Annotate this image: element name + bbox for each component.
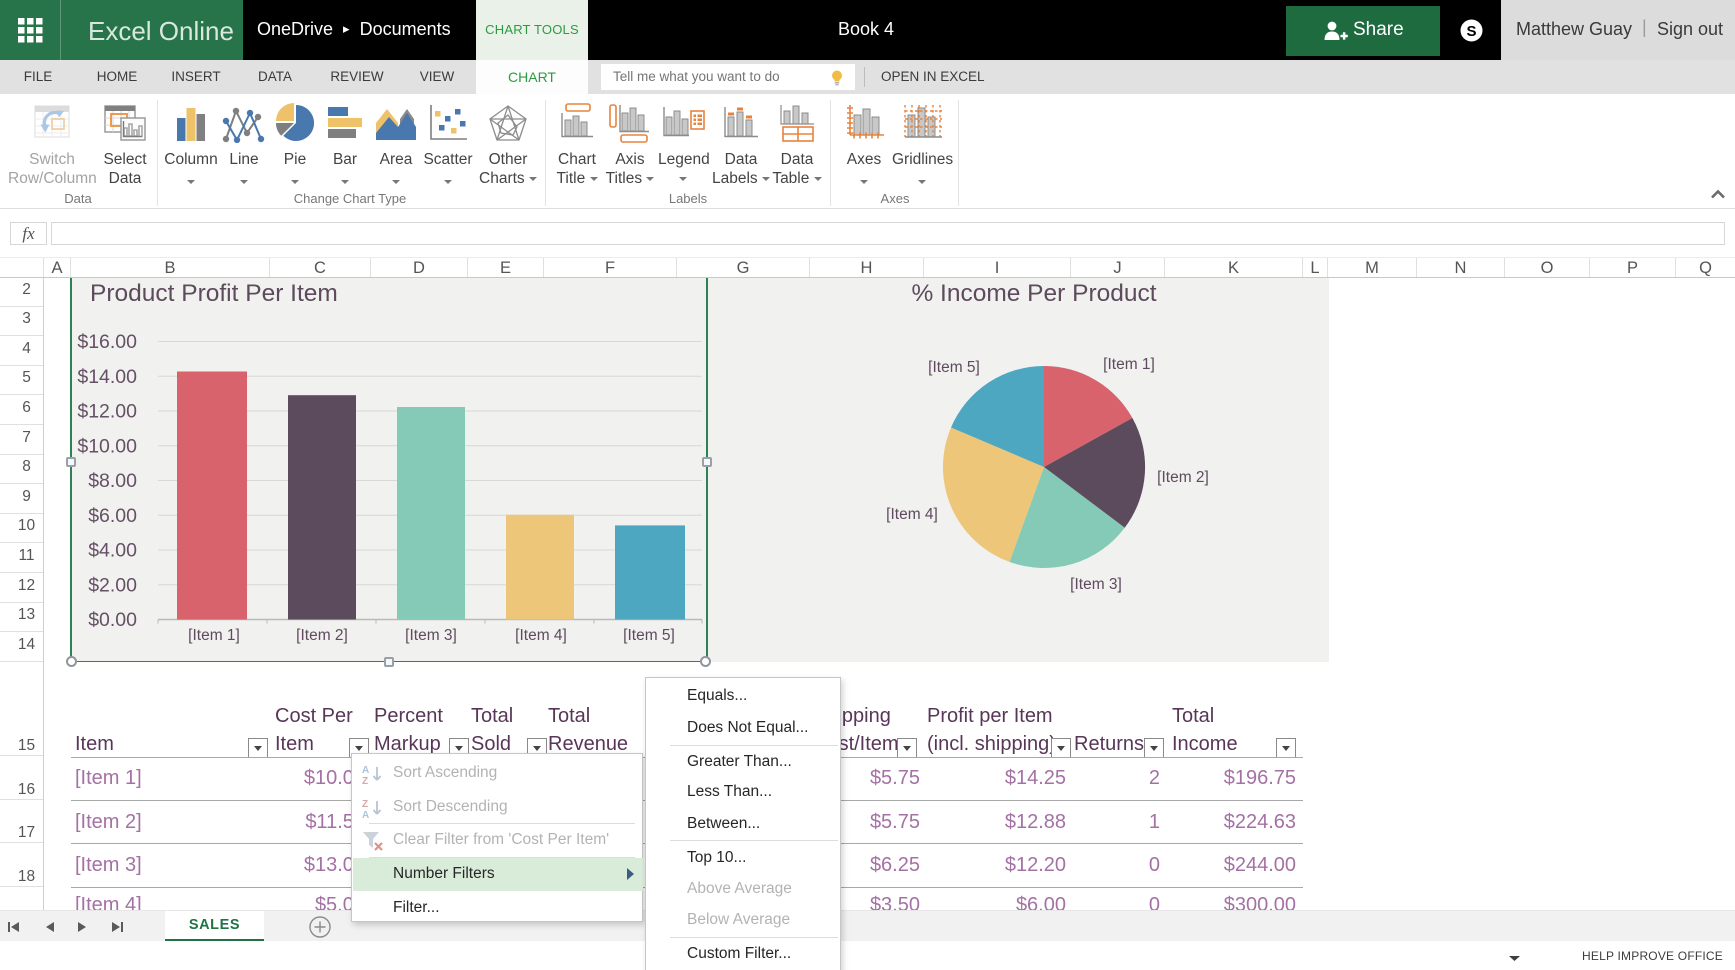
- svg-text:[Item 4]: [Item 4]: [886, 506, 938, 523]
- svg-text:[Item 2]: [Item 2]: [296, 627, 348, 644]
- svg-text:Z: Z: [362, 776, 368, 786]
- svg-text:% Income Per Product: % Income Per Product: [911, 280, 1156, 307]
- svg-text:[Item 4]: [Item 4]: [515, 627, 567, 644]
- svg-text:$16.00: $16.00: [77, 331, 137, 353]
- svg-text:A: A: [362, 810, 369, 820]
- svg-text:A: A: [362, 765, 369, 776]
- svg-text:[Item 1]: [Item 1]: [1103, 356, 1155, 373]
- svg-text:[Item 2]: [Item 2]: [1157, 469, 1209, 486]
- svg-text:[Item 3]: [Item 3]: [405, 627, 457, 644]
- svg-text:Z: Z: [362, 799, 368, 810]
- svg-text:$4.00: $4.00: [88, 540, 137, 562]
- svg-text:$0.00: $0.00: [88, 609, 137, 631]
- svg-text:$8.00: $8.00: [88, 470, 137, 492]
- svg-text:[Item 1]: [Item 1]: [188, 627, 240, 644]
- svg-text:$10.00: $10.00: [77, 435, 137, 457]
- svg-text:S: S: [1466, 23, 1476, 40]
- svg-text:$12.00: $12.00: [77, 401, 137, 423]
- svg-text:[Item 3]: [Item 3]: [1070, 576, 1122, 593]
- svg-text:$14.00: $14.00: [77, 366, 137, 388]
- svg-text:[Item 5]: [Item 5]: [928, 359, 980, 376]
- svg-text:[Item 5]: [Item 5]: [623, 627, 675, 644]
- svg-text:$6.00: $6.00: [88, 505, 137, 527]
- svg-text:Product Profit Per Item: Product Profit Per Item: [90, 280, 338, 307]
- svg-text:$2.00: $2.00: [88, 574, 137, 596]
